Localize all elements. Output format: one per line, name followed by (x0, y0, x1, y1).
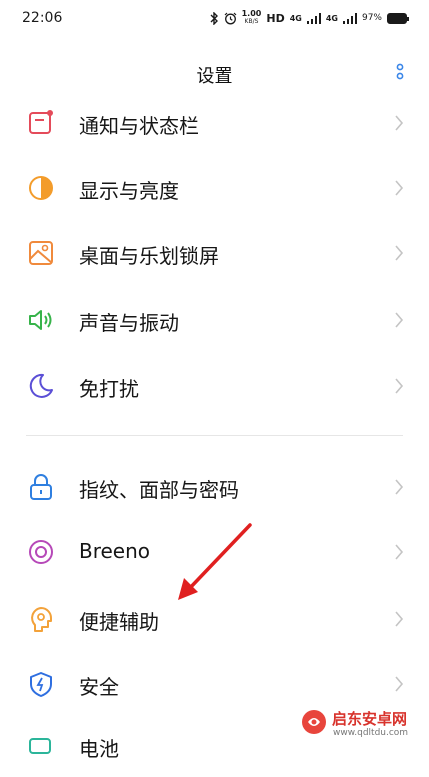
settings-item-fingerprint[interactable]: 指纹、面部与密码 (0, 456, 429, 518)
wallpaper-icon (29, 241, 53, 265)
more-options-icon[interactable] (395, 62, 405, 82)
bluetooth-icon (210, 11, 218, 25)
chevron-right-icon (395, 378, 404, 394)
net-speed: 1.00 KB/S (242, 10, 262, 26)
settings-item-label: 电池 (79, 737, 119, 761)
page-title: 设置 (196, 66, 233, 87)
alarm-icon (224, 12, 237, 24)
status-bar: 22:06 1.00 KB/S HD 4G 4G 97% (0, 0, 429, 36)
annotation-arrow (178, 523, 252, 600)
settings-item-label: 桌面与乐划锁屏 (79, 244, 219, 268)
status-time: 22:06 (22, 10, 63, 26)
battery-icon (29, 738, 51, 754)
signal-icon-2 (342, 12, 357, 24)
chevron-right-icon (395, 611, 404, 627)
battery-percent: 97% (361, 13, 382, 23)
watermark-name: 启东安卓网 (332, 710, 408, 728)
chevron-right-icon (395, 312, 404, 328)
section-divider (26, 435, 403, 436)
settings-item-do-not-disturb[interactable]: 免打扰 (0, 355, 429, 417)
status-icons: 1.00 KB/S HD 4G 4G 97% (209, 10, 409, 26)
signal-icon (306, 12, 321, 24)
watermark: 启东安卓网 www.qdltdu.com (300, 704, 425, 742)
chevron-right-icon (395, 676, 404, 692)
settings-item-label: 声音与振动 (79, 311, 179, 335)
chevron-right-icon (395, 245, 404, 261)
settings-item-label: Breeno (79, 539, 151, 563)
settings-item-label: 免打扰 (79, 377, 139, 401)
settings-item-label: 便捷辅助 (79, 610, 159, 634)
speaker-icon (29, 310, 52, 330)
watermark-url: www.qdltdu.com (333, 728, 409, 738)
network-1: 4G (289, 13, 302, 23)
hd-label: HD (266, 11, 285, 25)
settings-item-label: 显示与亮度 (79, 179, 179, 203)
chevron-right-icon (395, 115, 404, 131)
settings-item-display[interactable]: 显示与亮度 (0, 157, 429, 219)
net-speed-value: 1.00 (241, 9, 262, 18)
settings-item-label: 通知与状态栏 (79, 114, 199, 138)
net-speed-unit: KB/S (244, 18, 259, 25)
moon-icon (29, 373, 53, 398)
settings-item-sound[interactable]: 声音与振动 (0, 289, 429, 351)
app-header: 设置 (0, 48, 429, 98)
chevron-right-icon (395, 180, 404, 196)
settings-item-label: 指纹、面部与密码 (79, 478, 239, 502)
battery-icon (387, 12, 409, 24)
settings-item-label: 安全 (79, 675, 119, 699)
chevron-right-icon (395, 479, 404, 495)
assist-icon (31, 607, 52, 632)
shield-icon (30, 672, 52, 697)
breeno-icon (29, 540, 53, 564)
settings-item-notifications[interactable]: 通知与状态栏 (0, 92, 429, 154)
notification-icon (29, 110, 53, 134)
settings-item-wallpaper[interactable]: 桌面与乐划锁屏 (0, 222, 429, 284)
watermark-logo-icon (302, 710, 326, 734)
chevron-right-icon (395, 544, 404, 560)
network-2: 4G (325, 13, 338, 23)
display-icon (29, 176, 53, 200)
lock-icon (30, 474, 52, 500)
